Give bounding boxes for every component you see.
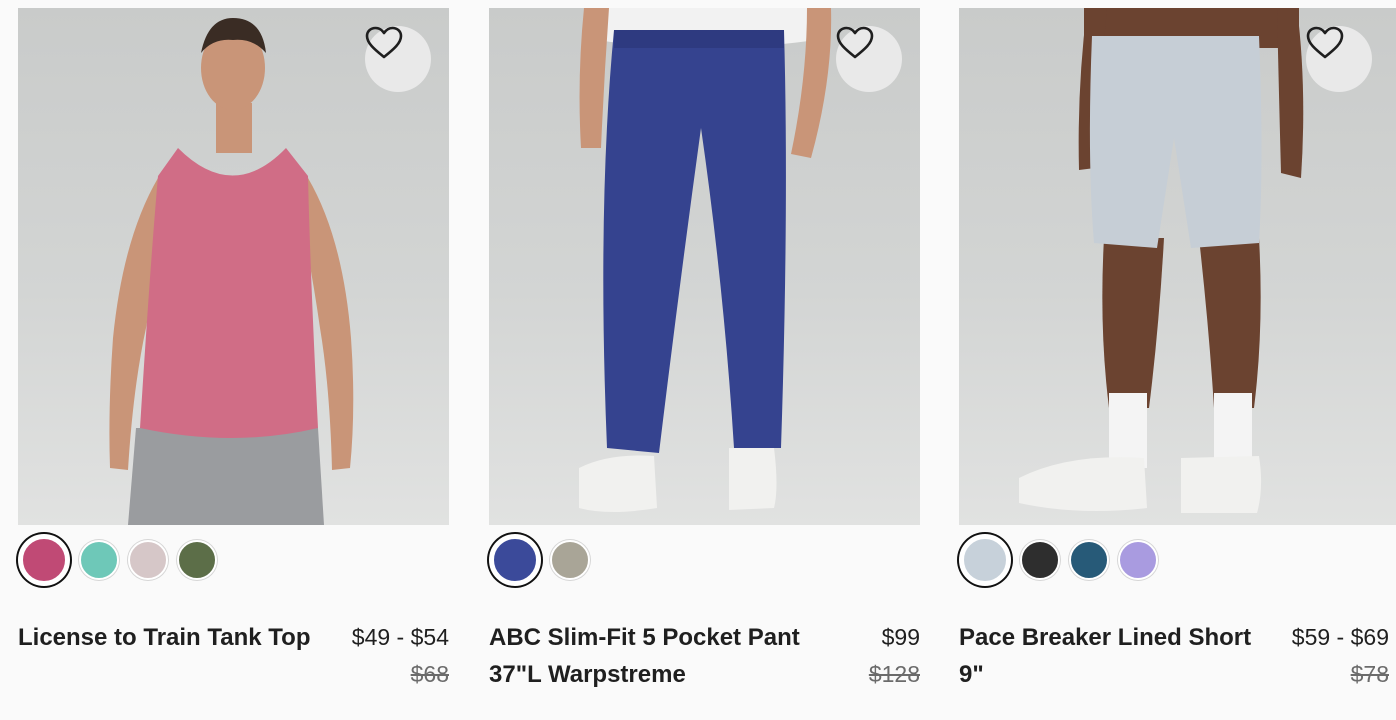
color-swatch[interactable] — [1020, 540, 1060, 580]
color-swatch[interactable] — [550, 540, 590, 580]
wishlist-button[interactable] — [836, 26, 902, 92]
product-card-license-to-train-tank-top[interactable]: License to Train Tank Top $49 - $54 $68 — [18, 8, 449, 693]
product-image[interactable] — [18, 8, 449, 525]
wishlist-button[interactable] — [1306, 26, 1372, 92]
product-card-pace-breaker-lined-short[interactable]: Pace Breaker Lined Short 9" $59 - $69 $7… — [959, 8, 1396, 693]
product-name[interactable]: ABC Slim-Fit 5 Pocket Pant 37"L Warpstre… — [489, 619, 829, 693]
color-swatches — [489, 534, 920, 586]
color-swatch[interactable] — [1069, 540, 1109, 580]
wishlist-button[interactable] — [365, 26, 431, 92]
color-swatch[interactable] — [177, 540, 217, 580]
color-swatch[interactable] — [959, 534, 1011, 586]
product-card-abc-slim-fit-pant[interactable]: ABC Slim-Fit 5 Pocket Pant 37"L Warpstre… — [489, 8, 920, 693]
product-name[interactable]: Pace Breaker Lined Short 9" — [959, 619, 1269, 693]
color-swatch[interactable] — [79, 540, 119, 580]
product-image[interactable] — [489, 8, 920, 525]
product-grid: License to Train Tank Top $49 - $54 $68 — [0, 0, 1396, 720]
product-name[interactable]: License to Train Tank Top — [18, 619, 318, 693]
color-swatch[interactable] — [128, 540, 168, 580]
color-swatches — [18, 534, 449, 586]
original-price: $78 — [1350, 661, 1389, 687]
product-image[interactable] — [959, 8, 1396, 525]
color-swatch[interactable] — [1118, 540, 1158, 580]
color-swatch[interactable] — [489, 534, 541, 586]
heart-outline-icon — [365, 26, 403, 59]
original-price: $128 — [868, 661, 920, 687]
sale-price: $59 - $69 — [1291, 624, 1389, 650]
heart-outline-icon — [836, 26, 874, 59]
original-price: $68 — [410, 661, 449, 687]
heart-outline-icon — [1306, 26, 1344, 59]
sale-price: $49 - $54 — [351, 624, 449, 650]
sale-price: $99 — [881, 624, 920, 650]
color-swatch[interactable] — [18, 534, 70, 586]
color-swatches — [959, 534, 1396, 586]
